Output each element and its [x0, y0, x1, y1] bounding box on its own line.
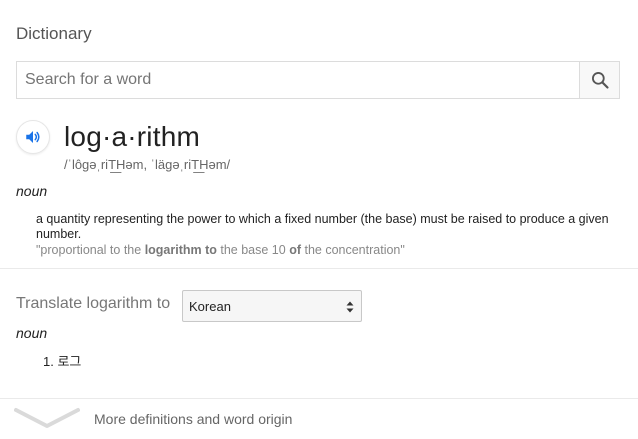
select-arrows-icon — [346, 301, 354, 313]
translation-text: 로그 — [57, 354, 82, 369]
translation-item: 1. 로그 — [43, 351, 81, 370]
translation-number: 1. — [43, 354, 54, 369]
search-bar — [16, 61, 620, 99]
speaker-icon — [26, 131, 40, 143]
section-divider — [0, 268, 638, 269]
example-text-middle: the base 10 — [216, 243, 290, 257]
example-sentence: "proportional to the logarithm to the ba… — [36, 243, 405, 257]
translate-label: Translate logarithm to — [16, 295, 171, 312]
more-definitions-link[interactable]: More definitions and word origin — [94, 411, 292, 427]
headword: log·a·rithm — [64, 121, 201, 152]
dictionary-title: Dictionary — [16, 24, 92, 43]
part-of-speech: noun — [16, 183, 48, 199]
search-button[interactable] — [579, 62, 619, 98]
footer-divider — [0, 398, 638, 399]
search-input[interactable] — [17, 62, 579, 98]
example-highlight-2: of — [289, 243, 301, 257]
phonetic-spelling: /ˈlôɡəˌriT͟Həm, ˈläɡəˌriT͟Həm/ — [64, 157, 231, 172]
search-icon — [591, 72, 609, 89]
example-text-start: "proportional to the — [36, 243, 145, 257]
example-text-end: the concentration" — [301, 243, 405, 257]
definition-text: a quantity representing the power to whi… — [36, 212, 609, 241]
expand-chevron-icon[interactable] — [14, 404, 80, 430]
dictionary-card: Dictionary log·a·rithm /ˈlôɡəˌriT͟Həm, ˈ… — [0, 0, 638, 439]
language-select[interactable]: Korean — [182, 290, 362, 322]
translation-part-of-speech: noun — [16, 325, 48, 341]
pronunciation-button[interactable] — [16, 120, 50, 154]
language-select-value: Korean — [189, 298, 231, 314]
example-highlight: logarithm to — [144, 243, 217, 257]
